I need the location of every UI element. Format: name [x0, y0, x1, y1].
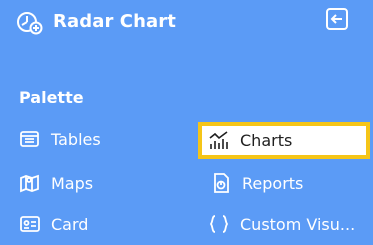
palette-heading: Palette [19, 88, 84, 107]
palette-item-custom-visuals[interactable]: Custom Visu... [208, 210, 355, 238]
map-icon [19, 172, 41, 194]
palette-item-tables[interactable]: Tables [19, 125, 101, 153]
code-braces-icon [208, 213, 230, 235]
palette-item-label: Maps [51, 173, 94, 193]
table-icon [19, 128, 41, 150]
palette-item-label: Custom Visu... [240, 214, 356, 234]
palette-item-label: Reports [242, 173, 304, 193]
header: Radar Chart [0, 0, 373, 44]
card-icon [19, 213, 41, 235]
palette-item-label: Card [51, 214, 89, 234]
palette-item-card[interactable]: Card [19, 210, 88, 238]
bar-line-chart-icon [208, 130, 230, 152]
app-title: Radar Chart [53, 11, 176, 32]
report-icon [210, 172, 232, 194]
collapse-left-icon[interactable] [325, 7, 349, 31]
palette-item-label: Tables [51, 129, 101, 149]
palette-item-label: Charts [240, 131, 293, 150]
palette-item-maps[interactable]: Maps [19, 169, 93, 197]
palette-item-charts[interactable]: Charts [198, 122, 370, 159]
palette-item-reports[interactable]: Reports [210, 169, 303, 197]
radar-chart-icon [16, 10, 44, 36]
